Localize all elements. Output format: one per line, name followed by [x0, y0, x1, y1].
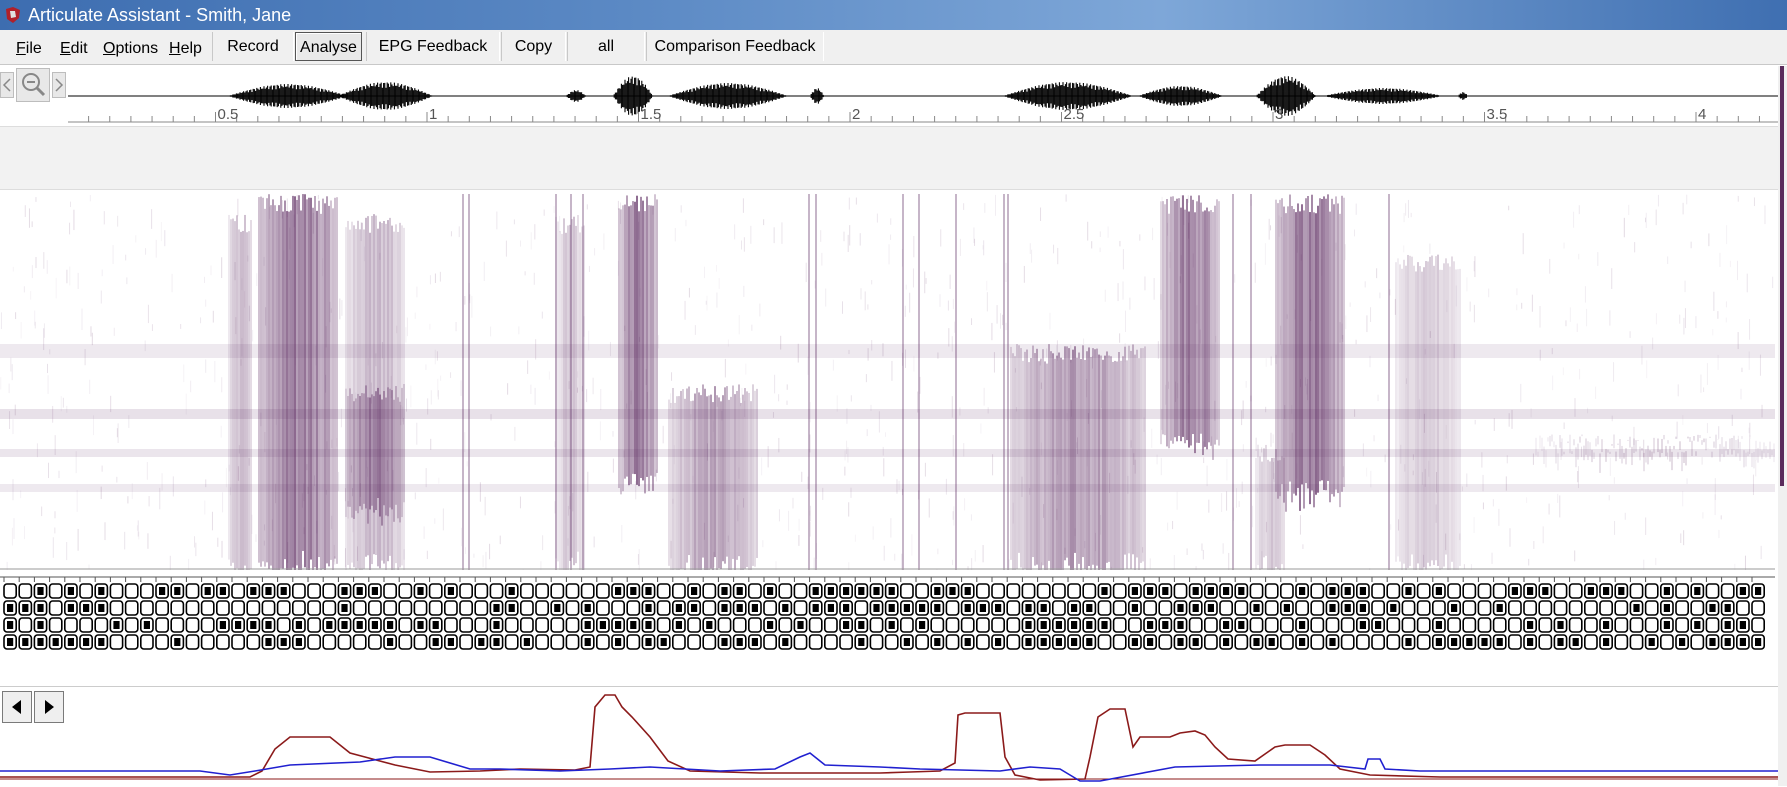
menu-help[interactable]: Help — [169, 40, 202, 58]
epg-frame-strip[interactable] — [0, 576, 1775, 654]
menu-options[interactable]: Options — [103, 40, 158, 58]
tab-analyse[interactable]: Analyse — [295, 32, 362, 61]
vertical-scrollbar[interactable] — [1778, 66, 1787, 786]
trace-panel[interactable] — [0, 686, 1787, 787]
scrollbar-thumb[interactable] — [1780, 66, 1784, 486]
time-tick-label: 3 — [1275, 106, 1283, 123]
tab-record[interactable]: Record — [212, 32, 294, 61]
menu-file[interactable]: File — [16, 40, 42, 58]
title-bar: Articulate Assistant - Smith, Jane — [0, 0, 1787, 30]
time-tick-label: 0.5 — [218, 106, 239, 123]
scroll-right-icon — [53, 73, 65, 97]
zoom-button[interactable] — [16, 68, 50, 102]
annotation-band[interactable] — [0, 126, 1782, 190]
waveform: 0.5 1 1.5 2 2.5 3 3.5 4 — [68, 66, 1778, 126]
time-tick-label: 2.5 — [1064, 106, 1085, 123]
menu-edit[interactable]: Edit — [60, 40, 88, 58]
scroll-left-icon — [1, 73, 13, 97]
time-tick-label: 1 — [429, 106, 437, 123]
window-title: Articulate Assistant - Smith, Jane — [28, 0, 291, 30]
spectrogram[interactable] — [0, 194, 1775, 570]
scroll-left-button[interactable] — [0, 72, 14, 98]
tab-copy[interactable]: Copy — [501, 32, 566, 61]
time-tick-label: 4 — [1698, 106, 1706, 123]
menu-bar: File Edit Options Help Record Analyse EP… — [0, 30, 1787, 65]
app-logo-icon — [4, 6, 22, 24]
tab-comparison-feedback[interactable]: Comparison Feedback — [646, 32, 824, 61]
time-tick-label: 3.5 — [1487, 106, 1508, 123]
waveform-panel[interactable]: 0.5 1 1.5 2 2.5 3 3.5 4 — [0, 66, 1787, 126]
contact-traces — [0, 687, 1778, 787]
time-tick-label: 2 — [852, 106, 860, 123]
zoom-icon — [17, 69, 49, 101]
tab-epg-feedback[interactable]: EPG Feedback — [366, 32, 500, 61]
tab-all[interactable]: all — [567, 32, 645, 61]
scroll-right-button[interactable] — [52, 72, 66, 98]
time-tick-label: 1.5 — [641, 106, 662, 123]
